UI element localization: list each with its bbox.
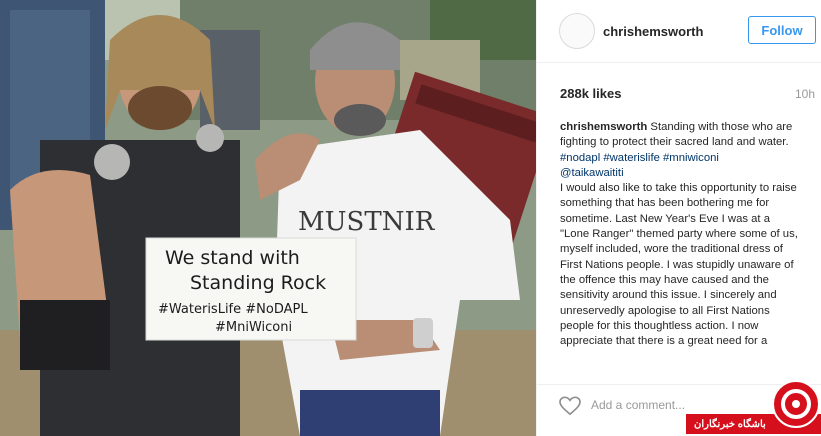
hashtag-nodapl[interactable]: #nodapl bbox=[560, 152, 600, 164]
watermark-circle bbox=[772, 380, 820, 428]
watermark-logo: باشگاه خبرنگاران bbox=[686, 378, 821, 436]
caption: chrishemsworth Standing with those who a… bbox=[560, 120, 800, 382]
post-header: chrishemsworth Follow bbox=[537, 0, 821, 63]
photo-illustration: MUSTNIR We stand with Standing Rock #Wat… bbox=[0, 0, 536, 436]
heart-icon[interactable] bbox=[559, 396, 581, 421]
mention-taikawaititi[interactable]: @taikawaititi bbox=[560, 167, 624, 179]
post-time[interactable]: 10h bbox=[795, 87, 815, 101]
comment-input[interactable]: Add a comment... bbox=[591, 398, 685, 412]
post-photo[interactable]: MUSTNIR We stand with Standing Rock #Wat… bbox=[0, 0, 536, 436]
sign-line-2: Standing Rock bbox=[190, 272, 326, 294]
hashtag-mniwiconi[interactable]: #mniwiconi bbox=[663, 152, 719, 164]
username-link[interactable]: chrishemsworth bbox=[603, 24, 703, 39]
follow-button[interactable]: Follow bbox=[748, 16, 816, 44]
caption-text-continued: I would also like to take this opportuni… bbox=[560, 182, 798, 348]
avatar[interactable] bbox=[559, 13, 595, 49]
sign-line-1: We stand with bbox=[165, 247, 300, 269]
shirt-print: MUSTNIR bbox=[298, 207, 436, 237]
sign-line-3: #WaterisLife #NoDAPL bbox=[158, 302, 308, 317]
likes-count[interactable]: 288k likes bbox=[560, 86, 621, 101]
sign-line-4: #MniWiconi bbox=[215, 320, 292, 335]
caption-username[interactable]: chrishemsworth bbox=[560, 121, 647, 133]
post-sidebar: chrishemsworth Follow 288k likes 10h chr… bbox=[536, 0, 821, 436]
hashtag-waterislife[interactable]: #waterislife bbox=[603, 152, 660, 164]
